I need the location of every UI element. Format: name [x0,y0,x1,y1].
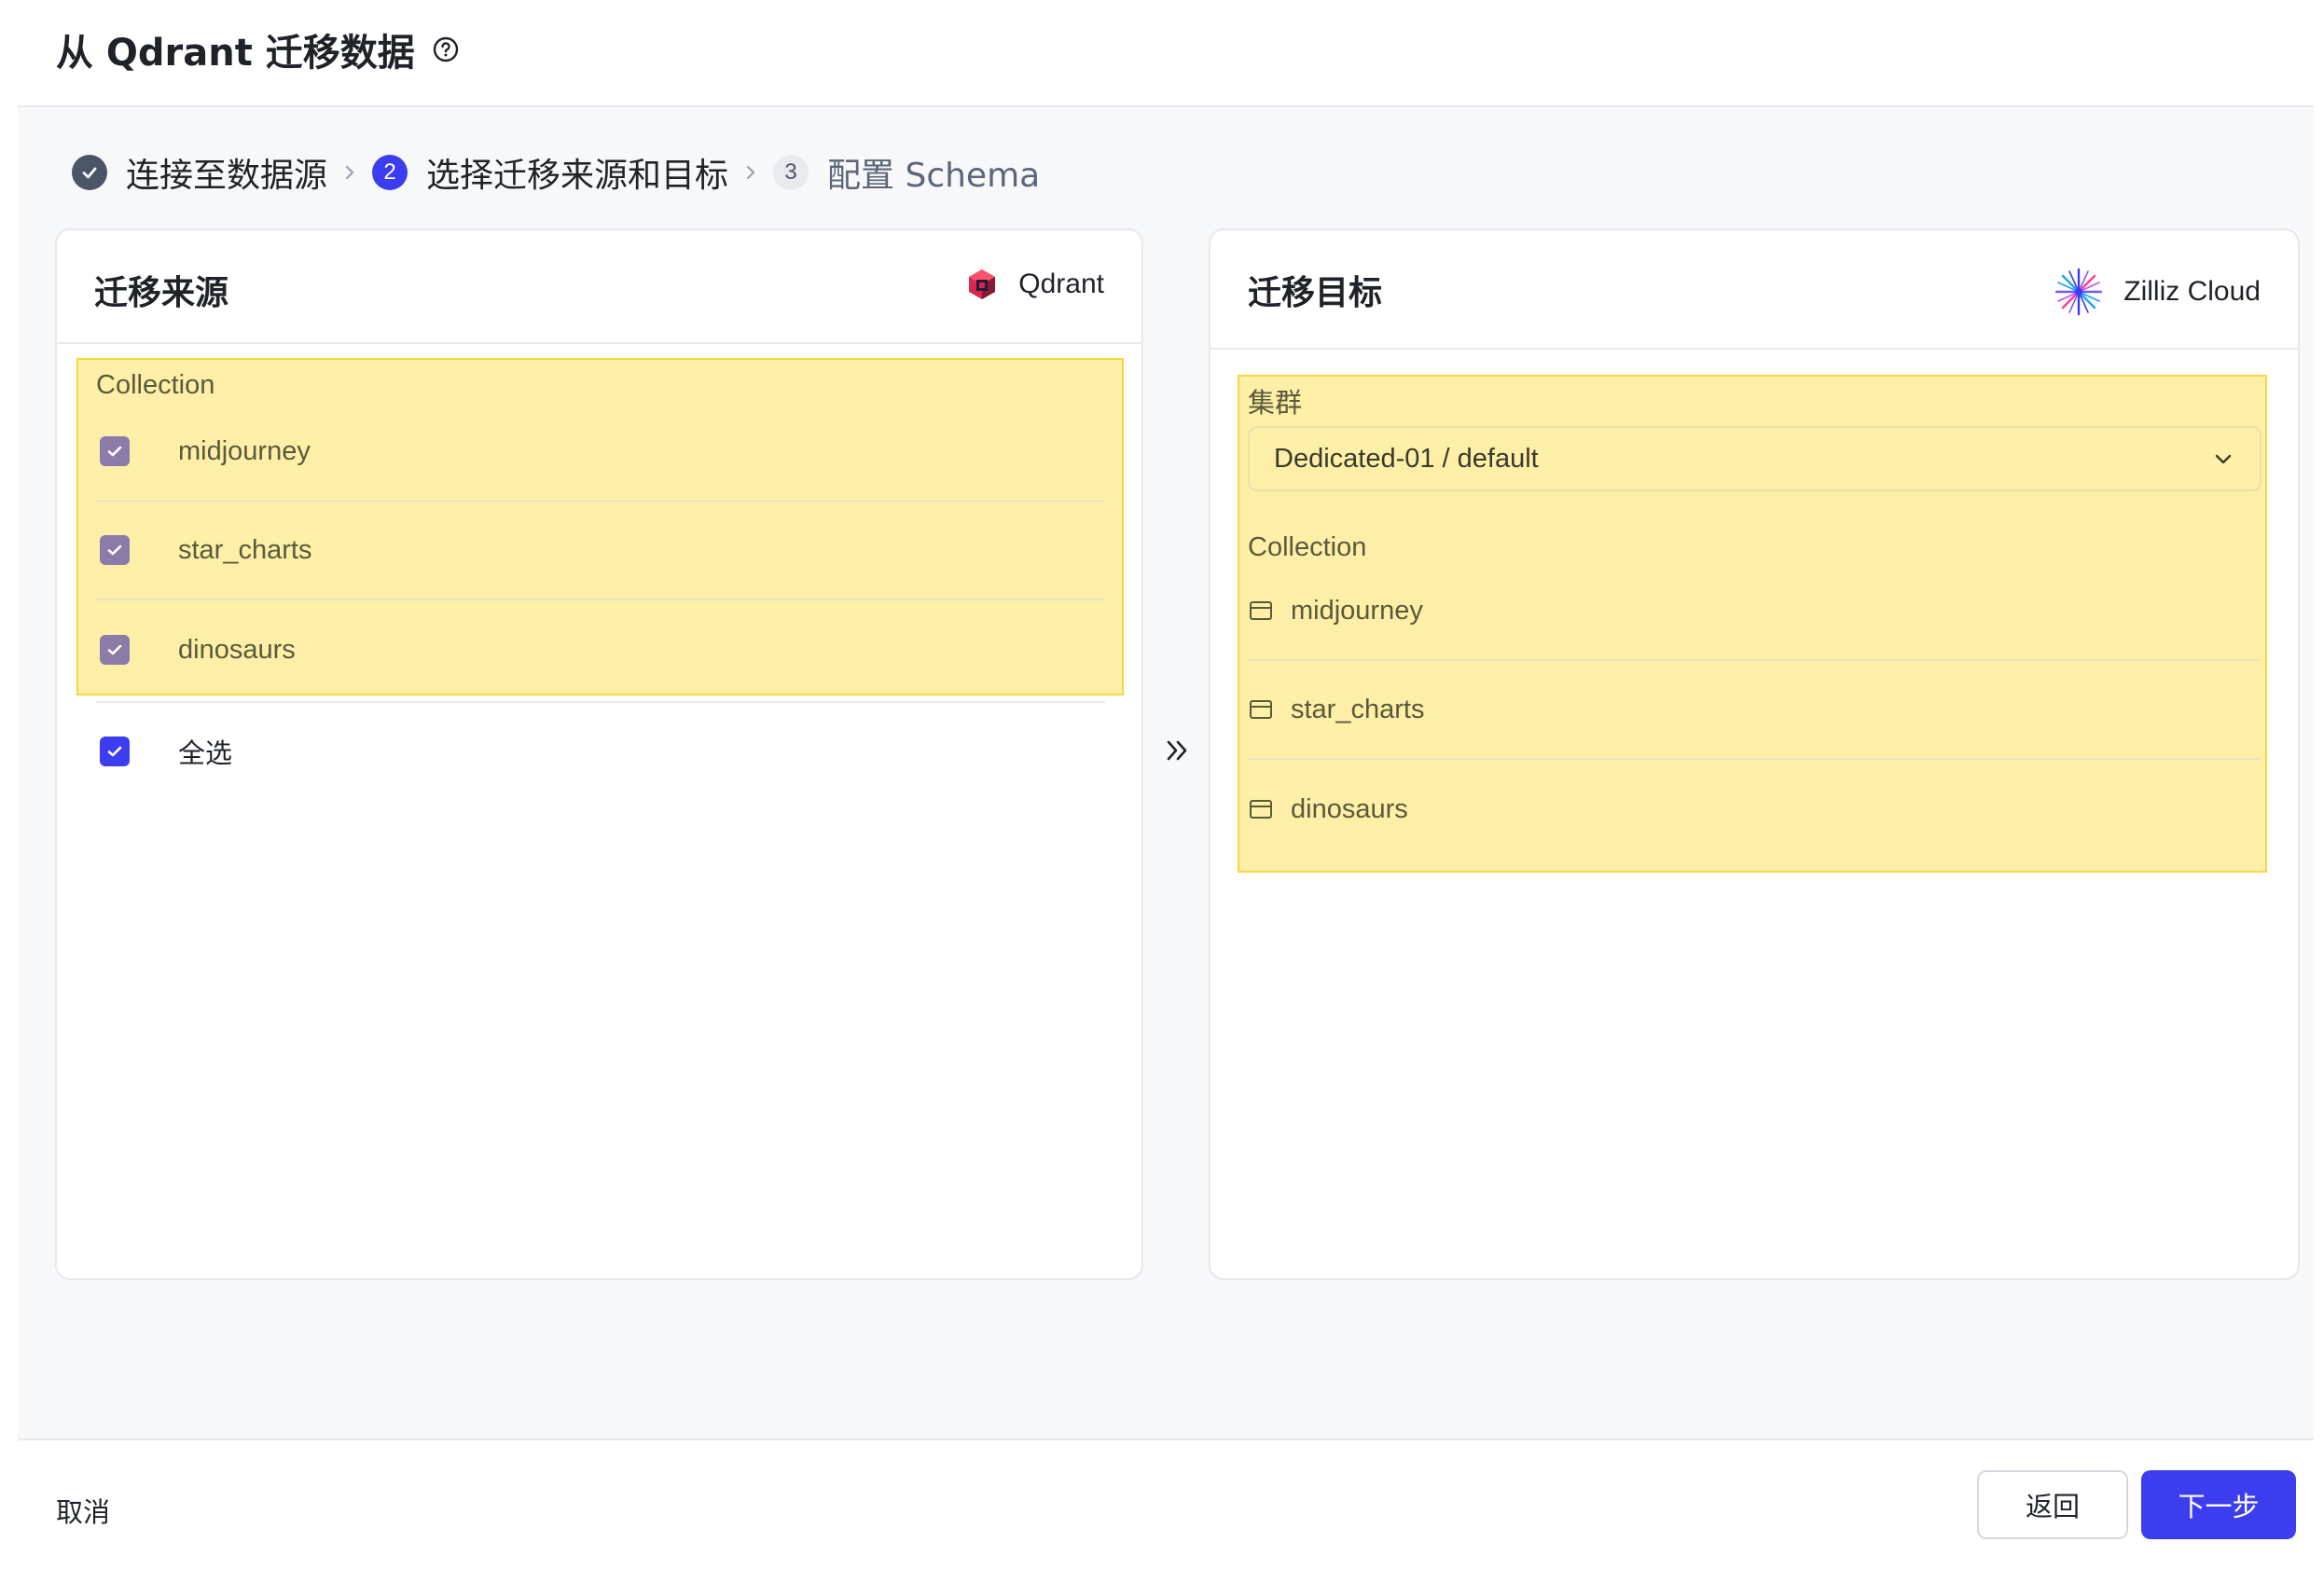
stepper: 连接至数据源 2 选择迁移来源和目标 3 配置 Schema [72,145,1040,200]
collection-name: dinosaurs [178,634,296,665]
checkbox-checked[interactable] [100,535,130,565]
dialog-header: 从 Qdrant 迁移数据 [0,0,2324,105]
select-all-row[interactable]: 全选 [96,701,1105,800]
target-panel: 迁移目标 Zilliz Cloud 集群 Dedicated-01 / defa… [1209,228,2300,1280]
step-label: 选择迁移来源和目标 [426,157,729,195]
checkbox-checked[interactable] [100,737,130,766]
source-panel-header: 迁移来源 Qdrant [57,230,1141,344]
target-brand-name: Zilliz Cloud [2123,276,2261,307]
target-collection-label: Collection [1248,532,1367,562]
page-title-row: 从 Qdrant 迁移数据 [56,22,460,76]
collection-name: midjourney [1291,595,1423,626]
checkbox-checked[interactable] [100,635,130,665]
step-connect: 连接至数据源 [72,148,327,197]
target-brand: Zilliz Cloud [2054,268,2261,316]
page-title: 从 Qdrant 迁移数据 [56,32,415,75]
step-number: 3 [773,155,809,190]
source-collection-row[interactable]: midjourney [96,403,1105,502]
qdrant-logo-icon [969,269,996,299]
step-configure-schema: 3 配置 Schema [773,148,1040,197]
back-button[interactable]: 返回 [1977,1470,2128,1539]
dialog-footer: 取消 返回 下一步 [0,1442,2324,1570]
table-icon [1250,700,1272,719]
double-chevron-right-icon [1167,740,1187,761]
cluster-select-value: Dedicated-01 / default [1274,443,1539,474]
checkbox-checked[interactable] [100,436,130,466]
target-title: 迁移目标 [1248,274,1383,312]
select-all-label: 全选 [178,739,233,769]
check-circle-icon [72,155,107,190]
source-panel: 迁移来源 Qdrant Collection midjourney star_c… [55,228,1143,1280]
main-area: 连接至数据源 2 选择迁移来源和目标 3 配置 Schema 迁移来源 Qdra… [18,105,2314,1440]
collection-name: midjourney [178,435,311,466]
chevron-right-icon [327,162,372,183]
source-title: 迁移来源 [94,274,229,312]
target-collection-row: midjourney [1248,562,2260,661]
table-icon [1250,800,1272,819]
collection-name: star_charts [178,534,312,565]
table-icon [1250,601,1272,620]
chevron-down-icon [2215,454,2232,464]
target-collection-row: star_charts [1248,661,2260,760]
chevron-right-icon [728,162,773,183]
zilliz-logo-icon [2055,268,2103,316]
step-label: 配置 Schema [827,157,1041,195]
source-brand: Qdrant [966,268,1104,301]
source-brand-name: Qdrant [1018,269,1104,299]
step-label: 连接至数据源 [126,157,328,195]
question-circle-icon[interactable] [432,35,460,63]
target-collection-row: dinosaurs [1248,760,2260,859]
next-step-button[interactable]: 下一步 [2141,1470,2296,1539]
cluster-select[interactable]: Dedicated-01 / default [1248,426,2262,491]
source-collection-label: Collection [96,370,215,400]
collection-name: star_charts [1291,694,1425,724]
source-collection-row[interactable]: dinosaurs [96,600,1105,699]
cluster-label: 集群 [1248,387,1303,419]
target-panel-header: 迁移目标 Zilliz Cloud [1210,230,2298,350]
step-number: 2 [372,155,408,190]
step-select-source-target: 2 选择迁移来源和目标 [372,148,728,197]
collection-name: dinosaurs [1291,793,1408,824]
source-collection-row[interactable]: star_charts [96,502,1105,600]
cancel-button[interactable]: 取消 [56,1491,110,1530]
